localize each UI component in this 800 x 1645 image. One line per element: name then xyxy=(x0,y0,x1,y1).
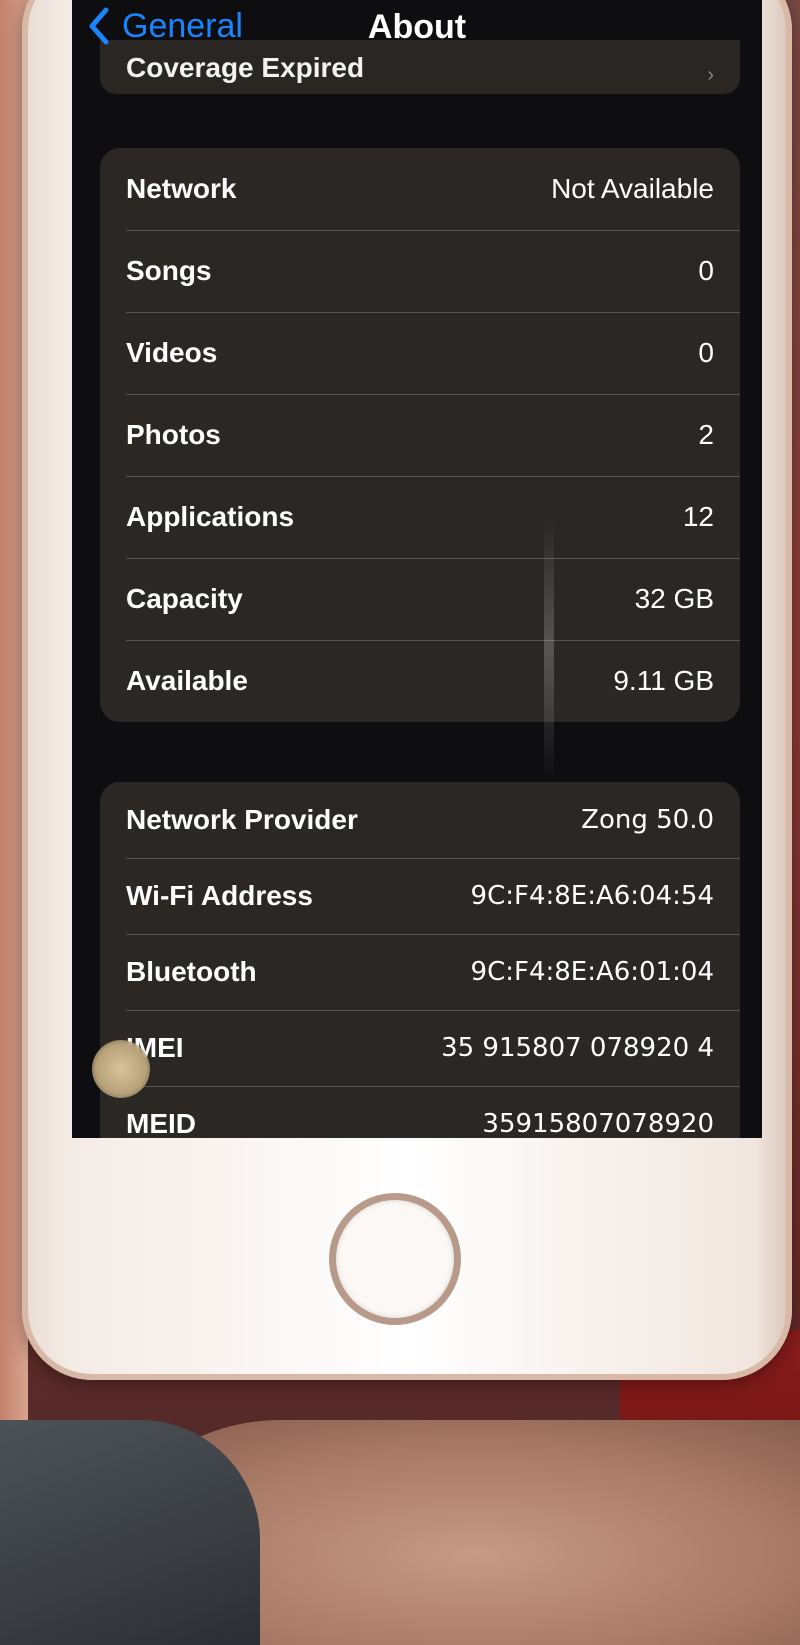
chevron-right-icon: › xyxy=(707,64,714,86)
row-label: IMEI xyxy=(126,1032,184,1063)
row-label: Applications xyxy=(126,501,295,532)
row-value: 9C:F4:8E:A6:01:04 xyxy=(470,957,714,987)
row-label: MEID xyxy=(126,1108,196,1138)
network-info-group: Network Provider Zong 50.0 Wi-Fi Address… xyxy=(100,782,740,1138)
row-videos: Videos 0 xyxy=(100,312,740,394)
row-value: 0 xyxy=(698,255,714,286)
row-network-provider[interactable]: Network Provider Zong 50.0 xyxy=(100,782,740,858)
row-available: Available 9.11 GB xyxy=(100,640,740,722)
row-wifi-address: Wi-Fi Address 9C:F4:8E:A6:04:54 xyxy=(100,858,740,934)
row-label: Photos xyxy=(126,419,221,450)
row-label: Available xyxy=(126,665,248,696)
row-imei: IMEI 35 915807 078920 4 xyxy=(100,1010,740,1086)
row-label: Wi-Fi Address xyxy=(126,880,313,911)
row-songs: Songs 0 xyxy=(100,230,740,312)
row-value: 12 xyxy=(682,501,714,532)
row-value: 2 xyxy=(698,419,714,450)
row-label: Network Provider xyxy=(126,804,358,835)
row-photos: Photos 2 xyxy=(100,394,740,476)
row-applications: Applications 12 xyxy=(100,476,740,558)
navigation-bar: General About xyxy=(72,0,762,60)
row-label: Capacity xyxy=(126,583,243,614)
device-stats-group: Network Not Available Songs 0 Videos 0 P… xyxy=(100,148,740,722)
row-bluetooth: Bluetooth 9C:F4:8E:A6:01:04 xyxy=(100,934,740,1010)
home-button[interactable] xyxy=(336,1200,454,1318)
phone-screen: Coverage Expired › General About Network… xyxy=(72,0,762,1138)
phone-body: Coverage Expired › General About Network… xyxy=(22,0,792,1380)
row-meid: MEID 35915807078920 xyxy=(100,1086,740,1138)
row-value: Zong 50.0 xyxy=(581,805,714,835)
row-label: Network xyxy=(126,173,237,204)
photo-background-sleeve xyxy=(0,1420,260,1645)
row-label: Bluetooth xyxy=(126,956,257,987)
row-value: Not Available xyxy=(551,173,714,204)
row-network: Network Not Available xyxy=(100,148,740,230)
row-value: 9C:F4:8E:A6:04:54 xyxy=(470,881,714,911)
row-value: 9.11 GB xyxy=(613,665,714,696)
row-label: Videos xyxy=(126,337,218,368)
row-value: 0 xyxy=(698,337,714,368)
row-capacity: Capacity 32 GB xyxy=(100,558,740,640)
row-value: 35 915807 078920 4 xyxy=(441,1033,714,1063)
row-value: 32 GB xyxy=(634,583,714,614)
page-title: About xyxy=(367,8,467,46)
row-label: Songs xyxy=(126,255,212,286)
row-value: 35915807078920 xyxy=(482,1109,714,1138)
